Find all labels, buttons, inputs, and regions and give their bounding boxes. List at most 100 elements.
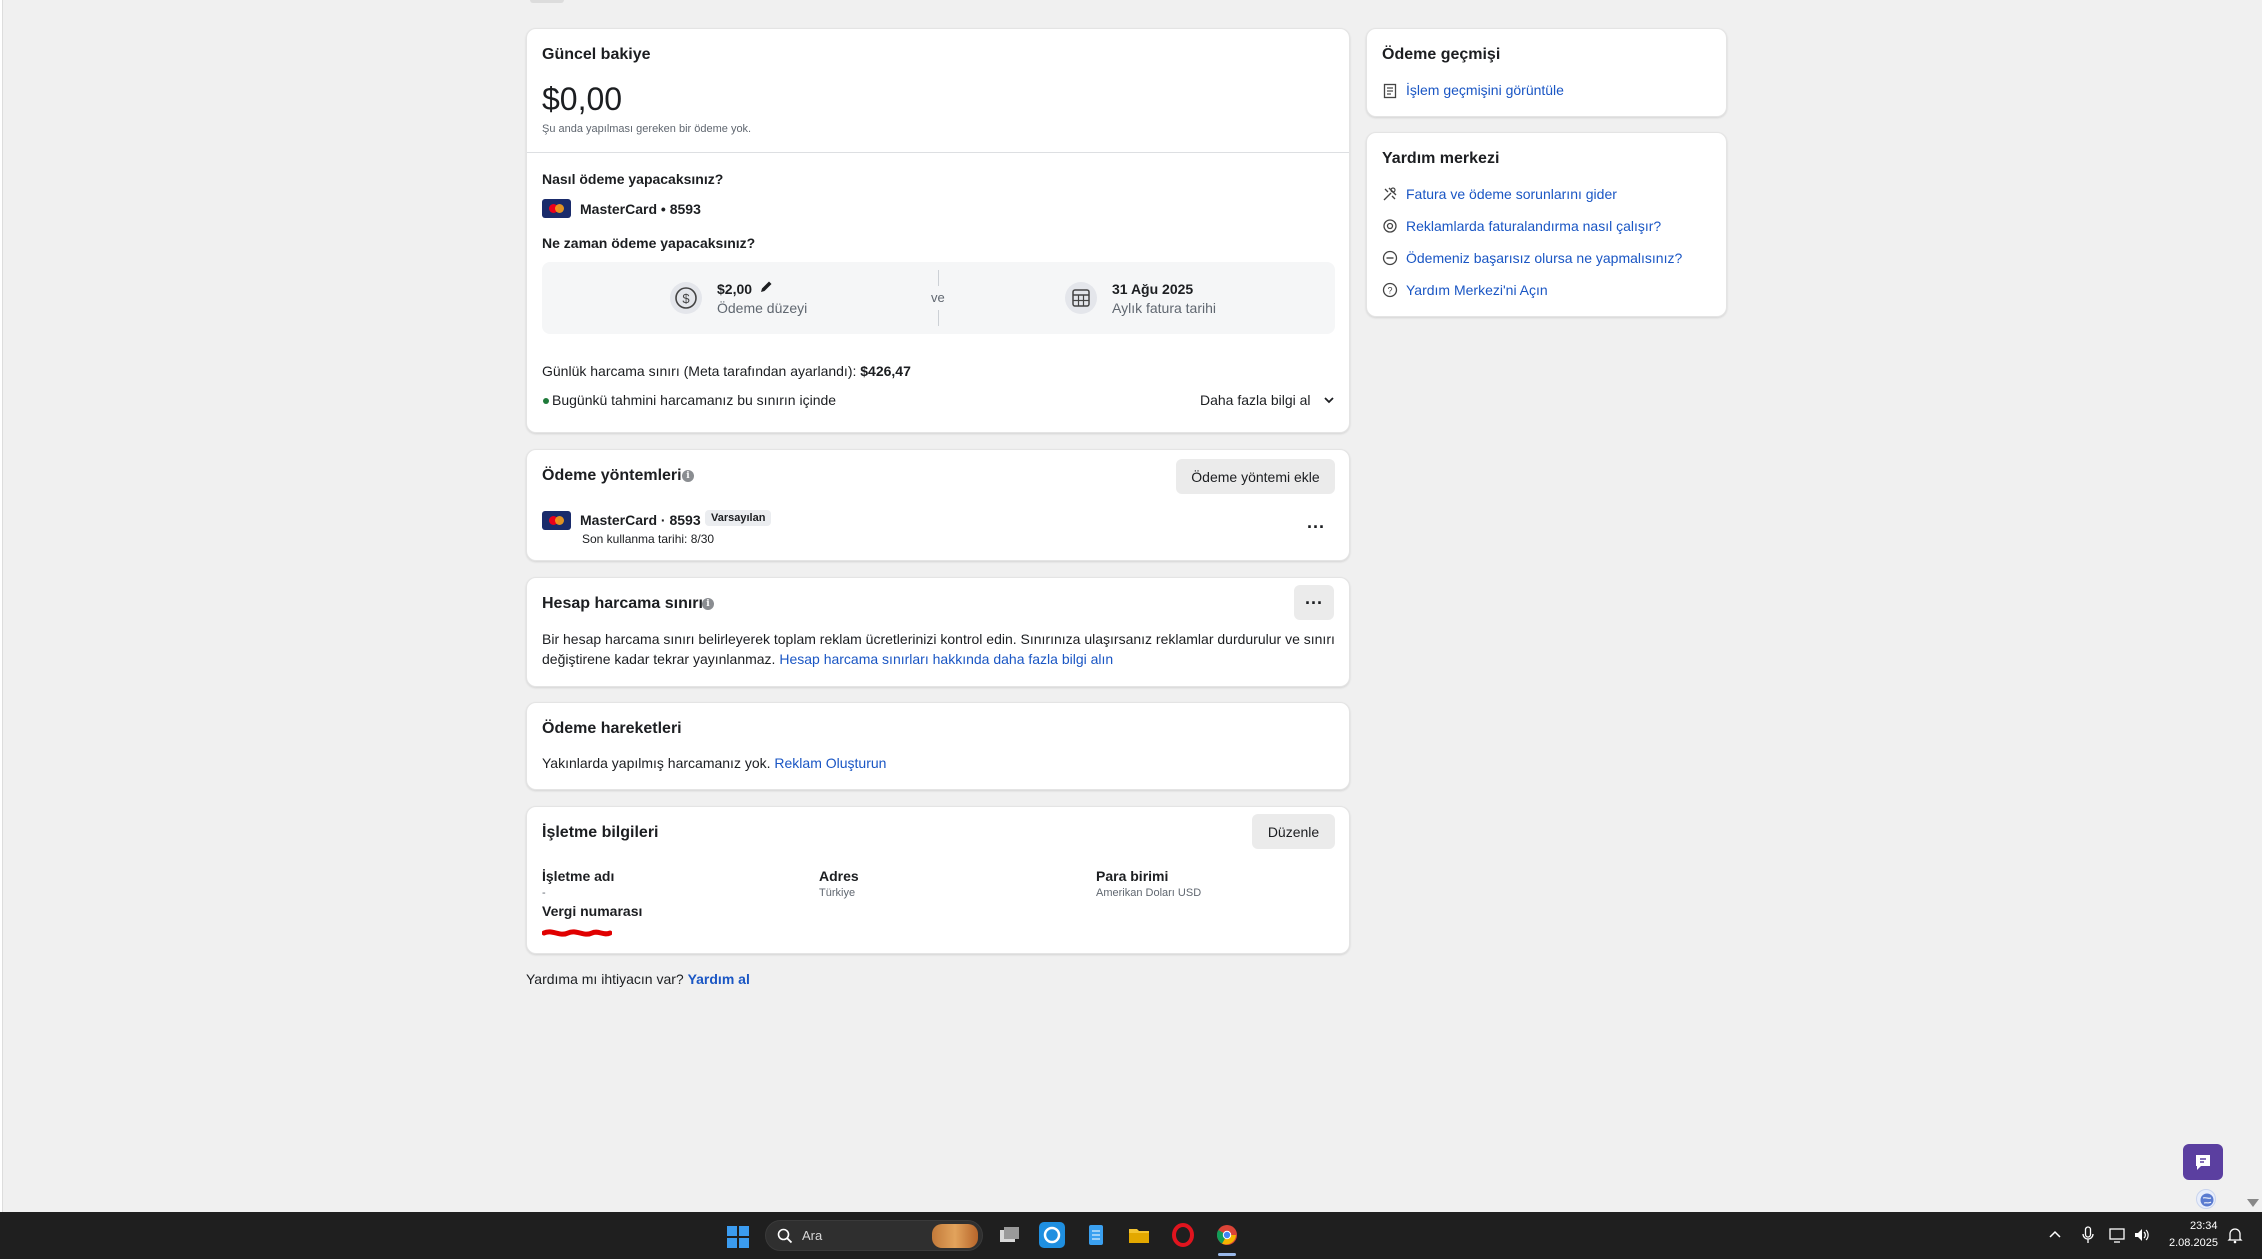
- receipt-icon: [1382, 83, 1398, 99]
- notepad-icon[interactable]: [1083, 1222, 1109, 1248]
- balance-card-label: MasterCard • 8593: [580, 201, 701, 217]
- daily-limit-text: Günlük harcama sınırı (Meta tarafından a…: [542, 363, 861, 379]
- more-info-link[interactable]: Daha fazla bilgi al: [1200, 392, 1311, 408]
- when-pay-title: Ne zaman ödeme yapacaksınız?: [542, 235, 756, 251]
- how-pay-title: Nasıl ödeme yapacaksınız?: [542, 171, 724, 187]
- top-tab-stub: [530, 0, 564, 3]
- chevron-down-icon[interactable]: [1322, 393, 1336, 407]
- taskbar-search-box[interactable]: Ara: [765, 1220, 983, 1251]
- taskbar-search-placeholder: Ara: [802, 1228, 823, 1243]
- balance-title: Güncel bakiye: [542, 46, 651, 63]
- microphone-icon[interactable]: [2080, 1226, 2096, 1244]
- payment-methods-title: Ödeme yöntemleri: [542, 467, 682, 484]
- chrome-active-indicator: [1218, 1253, 1236, 1256]
- help-link-payment-failed[interactable]: Ödemeniz başarısız olursa ne yapmalısını…: [1406, 250, 1682, 266]
- opera-icon[interactable]: [1170, 1222, 1196, 1248]
- balance-divider: [527, 152, 1349, 153]
- payment-history-card: Ödeme geçmişi İşlem geçmişini görüntüle: [1366, 28, 1727, 117]
- view-history-link[interactable]: İşlem geçmişini görüntüle: [1406, 82, 1564, 98]
- account-limit-desc-2: değiştirene kadar tekrar yayınlanmaz. He…: [542, 651, 1113, 667]
- task-view-icon[interactable]: [996, 1222, 1022, 1248]
- account-limit-card: Hesap harcama sınırı i ... Bir hesap har…: [526, 577, 1350, 687]
- activity-text: Yakınlarda yapılmış harcamanız yok.: [542, 755, 775, 771]
- payment-card-label: MasterCard · 8593: [580, 512, 701, 528]
- search-highlight-bread-icon: [932, 1224, 978, 1248]
- notification-bell-icon[interactable]: [2226, 1226, 2244, 1244]
- spend-status: Bugünkü tahmini harcamanız bu sınırın iç…: [552, 392, 837, 408]
- payment-methods-card: Ödeme yöntemleri i Ödeme yöntemi ekle Ma…: [526, 449, 1350, 561]
- default-badge: Varsayılan: [705, 510, 772, 526]
- chrome-icon[interactable]: [1214, 1222, 1240, 1256]
- address-value: Türkiye: [819, 887, 856, 899]
- account-limit-more-button[interactable]: ...: [1294, 585, 1334, 620]
- page-scrollbar[interactable]: [2244, 0, 2262, 1212]
- bill-date-label: Aylık fatura tarihi: [1112, 300, 1217, 316]
- tray-chevron-up-icon[interactable]: [2048, 1228, 2062, 1242]
- payment-activity-title: Ödeme hareketleri: [542, 720, 682, 737]
- minus-circle-icon: [1382, 250, 1398, 266]
- daily-limit-value: $426,47: [860, 363, 911, 379]
- bill-date: 31 Ağu 2025: [1112, 281, 1194, 297]
- network-icon[interactable]: [2108, 1226, 2126, 1244]
- balance-card: Güncel bakiye $0,00 Şu anda yapılması ge…: [526, 28, 1350, 433]
- currency-label: Para birimi: [1096, 868, 1169, 884]
- add-payment-method-button[interactable]: Ödeme yöntemi ekle: [1176, 459, 1335, 494]
- account-limit-learn-more-link[interactable]: Hesap harcama sınırları hakkında daha fa…: [779, 651, 1113, 667]
- account-limit-desc-text: değiştirene kadar tekrar yayınlanmaz.: [542, 651, 780, 667]
- get-help-link[interactable]: Yardım al: [688, 971, 750, 987]
- scroll-down-arrow-icon[interactable]: [2247, 1199, 2259, 1207]
- chat-button[interactable]: [2183, 1144, 2223, 1180]
- app-blue-circle-icon[interactable]: [1039, 1222, 1065, 1248]
- schedule-divider-bottom: [938, 310, 939, 326]
- svg-text:$: $: [682, 291, 690, 306]
- help-link-how-billing-works[interactable]: Reklamlarda faturalandırma nasıl çalışır…: [1406, 218, 1661, 234]
- tax-number-label: Vergi numarası: [542, 903, 643, 919]
- payment-history-title: Ödeme geçmişi: [1382, 46, 1501, 63]
- help-center-card: Yardım merkezi Fatura ve ödeme sorunları…: [1366, 132, 1727, 317]
- windows-start-icon[interactable]: [726, 1225, 750, 1249]
- balance-note: Şu anda yapılması gereken bir ödeme yok.: [542, 123, 752, 135]
- daily-limit: Günlük harcama sınırı (Meta tarafından a…: [542, 363, 911, 379]
- info-icon[interactable]: i: [702, 598, 714, 610]
- svg-text:?: ?: [1387, 286, 1392, 296]
- help-footer-text: Yardıma mı ihtiyacın var?: [526, 971, 688, 987]
- clock-date[interactable]: 2.08.2025: [2169, 1237, 2218, 1249]
- currency-value: Amerikan Doları USD: [1096, 887, 1202, 899]
- balance-amount: $0,00: [542, 81, 623, 117]
- search-icon: [777, 1228, 793, 1244]
- edit-pencil-icon[interactable]: [758, 279, 774, 295]
- business-info-card: İşletme bilgileri Düzenle İşletme adı - …: [526, 806, 1350, 954]
- threshold-label: Ödeme düzeyi: [717, 300, 808, 316]
- calendar-icon: [1065, 282, 1097, 314]
- threshold-value: $2,00: [717, 281, 753, 297]
- globe-icon[interactable]: [2196, 1189, 2216, 1209]
- create-ad-link[interactable]: Reklam Oluşturun: [774, 755, 886, 771]
- file-explorer-icon[interactable]: [1126, 1222, 1152, 1248]
- status-dot: [543, 398, 549, 404]
- business-info-title: İşletme bilgileri: [542, 824, 659, 841]
- dollar-circle-icon: $: [670, 282, 702, 314]
- tools-icon: [1382, 186, 1398, 202]
- volume-icon[interactable]: [2133, 1226, 2151, 1244]
- help-footer: Yardıma mı ihtiyacın var? Yardım al: [526, 971, 750, 987]
- windows-taskbar: Ara 23:34 2.08.2025: [0, 1212, 2262, 1259]
- mastercard-icon: [542, 199, 571, 218]
- account-limit-title: Hesap harcama sınırı: [542, 595, 703, 612]
- window-left-edge: [0, 0, 3, 1212]
- schedule-divider-top: [938, 270, 939, 286]
- edit-business-button[interactable]: Düzenle: [1252, 814, 1335, 849]
- payment-activity-card: Ödeme hareketleri Yakınlarda yapılmış ha…: [526, 702, 1350, 790]
- help-link-troubleshoot[interactable]: Fatura ve ödeme sorunlarını gider: [1406, 186, 1617, 202]
- account-limit-more-dots: ...: [1304, 588, 1323, 608]
- payment-activity-text: Yakınlarda yapılmış harcamanız yok. Rekl…: [542, 755, 886, 771]
- billing-gear-icon: [1382, 218, 1398, 234]
- clock-time[interactable]: 23:34: [2190, 1220, 2218, 1232]
- question-circle-icon: ?: [1382, 282, 1398, 298]
- mastercard-icon: [542, 511, 571, 530]
- account-limit-desc-1: Bir hesap harcama sınırı belirleyerek to…: [542, 631, 1335, 647]
- business-name-value: -: [542, 887, 546, 899]
- help-link-open-help-center[interactable]: Yardım Merkezi'ni Açın: [1406, 282, 1548, 298]
- card-more-button[interactable]: ...: [1307, 512, 1325, 533]
- info-icon[interactable]: i: [682, 470, 694, 482]
- billing-schedule-box: $ $2,00 Ödeme düzeyi ve 31 Ağu 2025 Aylı…: [542, 262, 1335, 334]
